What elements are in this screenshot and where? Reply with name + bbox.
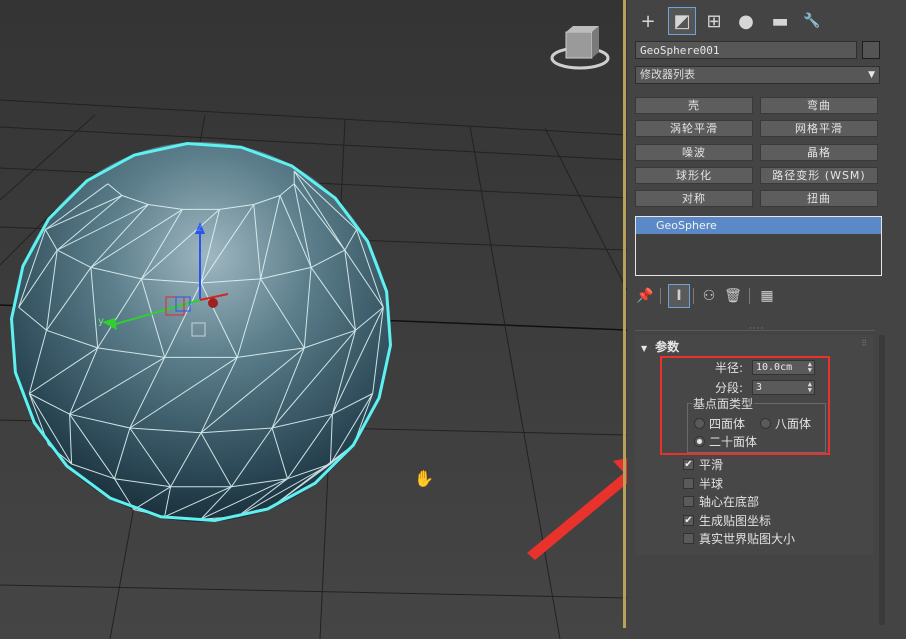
base-pivot-label: 轴心在底部 (699, 495, 760, 509)
rollout-title: 参数 (655, 340, 680, 354)
modifier-button-twist[interactable]: 扭曲 (760, 190, 878, 207)
real-world-label: 真实世界贴图大小 (699, 532, 796, 546)
z-axis-label: z (197, 223, 202, 234)
hemisphere-label: 半球 (699, 477, 724, 491)
modifier-button-meshsmooth[interactable]: 网格平滑 (760, 120, 878, 137)
configure-sets-icon[interactable]: ▦ (757, 285, 777, 307)
panel-tab-bar: + ◩ ⊞ ● ▬ 🔧 (627, 0, 906, 38)
hierarchy-icon[interactable]: ⊞ (701, 8, 727, 34)
real-world-checkbox[interactable] (683, 533, 694, 544)
modifier-stack: GeoSphere (635, 216, 882, 276)
modifier-button-symmetry[interactable]: 对称 (635, 190, 753, 207)
modifier-button-spherify[interactable]: 球形化 (635, 167, 753, 184)
show-end-result-icon[interactable]: I (668, 284, 690, 308)
stack-toolbar: 📌 I ⚇ 🗑 ▦ (635, 284, 785, 308)
trash-icon[interactable]: 🗑 (723, 285, 743, 307)
base-pivot-checkbox[interactable] (683, 496, 694, 507)
separator (660, 288, 661, 304)
modifier-button-noise[interactable]: 噪波 (635, 144, 753, 161)
separator (693, 288, 694, 304)
modifier-button-bend[interactable]: 弯曲 (760, 97, 878, 114)
modifier-list-dropdown[interactable]: 修改器列表 ▼ (635, 66, 880, 84)
pin-stack-icon[interactable]: 📌 (635, 285, 655, 307)
plus-icon[interactable]: + (635, 8, 661, 34)
object-color-swatch[interactable] (862, 41, 880, 59)
object-name-field[interactable]: GeoSphere001 (635, 41, 857, 59)
geosphere-object (9, 141, 393, 523)
stack-item-geosphere[interactable]: GeoSphere (636, 217, 881, 234)
modify-curve-icon[interactable]: ◩ (668, 7, 696, 35)
red-highlight-box (660, 356, 830, 455)
smooth-checkbox[interactable]: ✔ (683, 459, 694, 470)
wrench-icon[interactable]: 🔧 (799, 8, 825, 34)
make-unique-icon[interactable]: ⚇ (699, 285, 719, 307)
dropdown-arrow-icon: ▼ (868, 70, 875, 80)
viewport-active-border (623, 0, 626, 628)
gen-map-label: 生成贴图坐标 (699, 514, 772, 528)
hand-cursor-icon: ✋ (414, 469, 434, 488)
rollout-grip-icon: ⠿ (861, 339, 867, 348)
smooth-label: 平滑 (699, 458, 724, 472)
motion-icon[interactable]: ● (733, 8, 759, 34)
rollout-header[interactable]: ▼ 参数 (641, 338, 679, 355)
modifier-button-lattice[interactable]: 晶格 (760, 144, 878, 161)
command-panel: + ◩ ⊞ ● ▬ 🔧 GeoSphere001 修改器列表 ▼ 壳 弯曲 涡轮… (627, 0, 906, 639)
modifier-button-turbosmooth[interactable]: 涡轮平滑 (635, 120, 753, 137)
y-axis-label: y (98, 316, 104, 327)
viewport-canvas: z y (0, 0, 627, 639)
drag-handle-icon[interactable]: ···· (749, 324, 764, 334)
collapse-triangle-icon: ▼ (641, 344, 648, 353)
monitor-icon[interactable]: ▬ (767, 8, 793, 34)
modifier-list-label: 修改器列表 (640, 68, 695, 81)
divider (635, 330, 875, 331)
modifier-button-pathdeform[interactable]: 路径变形 (WSM) (760, 167, 878, 184)
hemisphere-checkbox[interactable] (683, 478, 694, 489)
modifier-button-shell[interactable]: 壳 (635, 97, 753, 114)
panel-scrollbar[interactable] (879, 335, 885, 625)
separator (749, 288, 750, 304)
perspective-viewport[interactable]: z y ✋ (0, 0, 627, 639)
gen-map-checkbox[interactable]: ✔ (683, 515, 694, 526)
